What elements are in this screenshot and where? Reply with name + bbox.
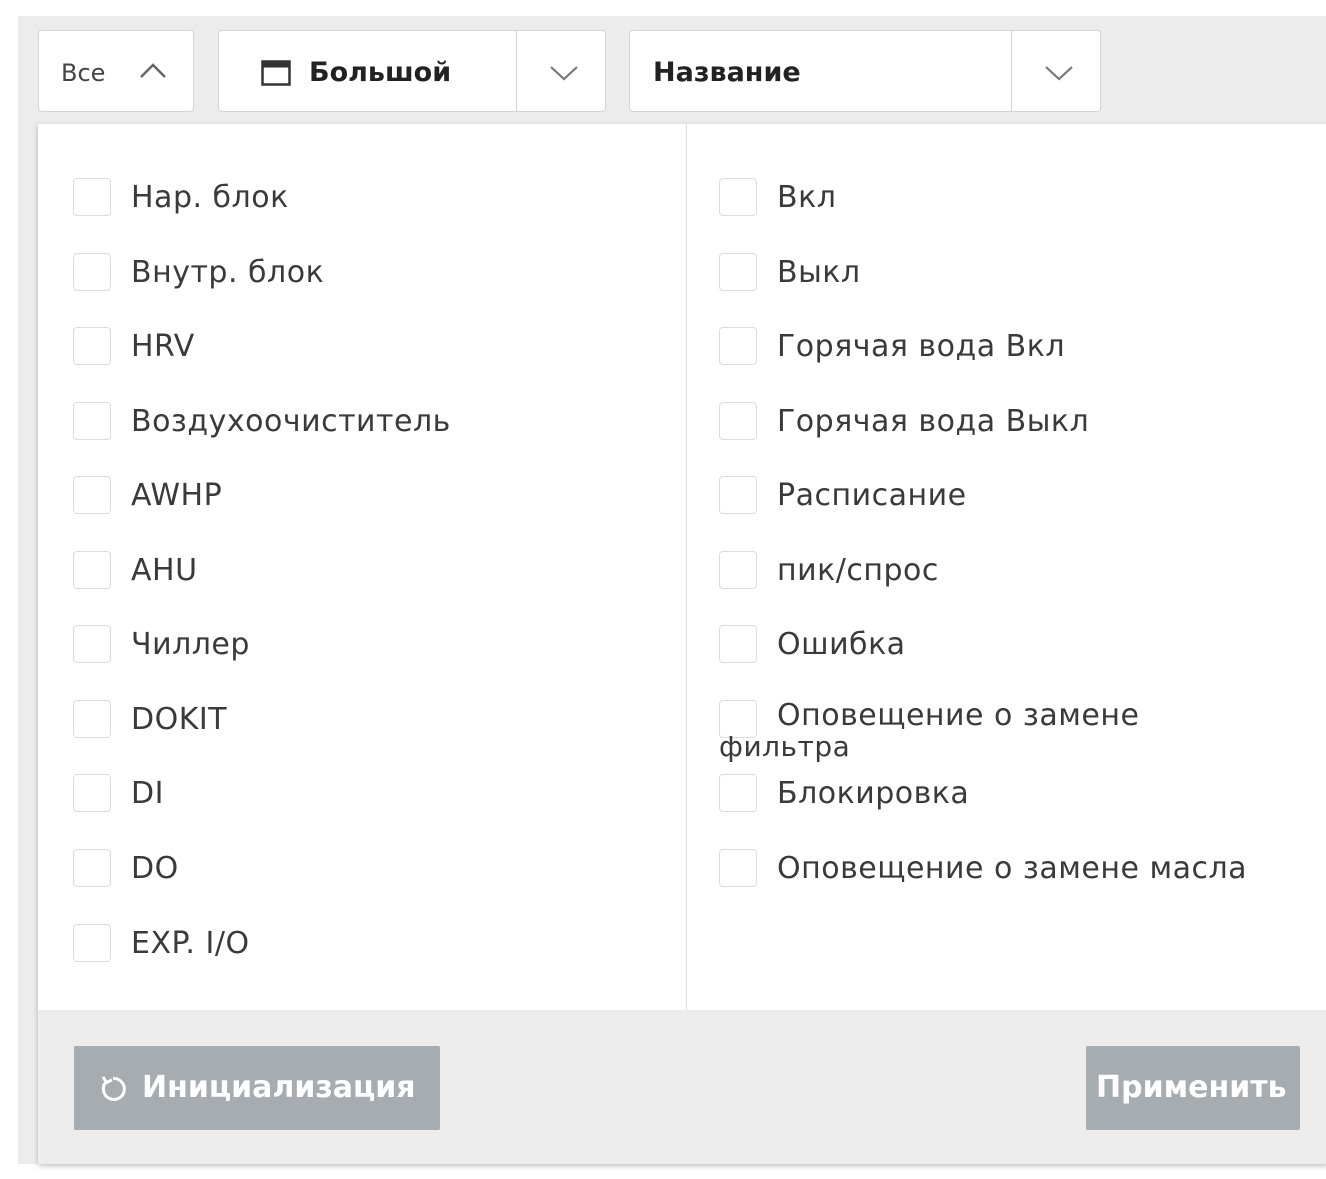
checkbox[interactable] [719,476,757,514]
window-icon [261,60,291,86]
page-background [18,124,40,1164]
option-label: Оповещение о замене масла [777,851,1248,886]
option-label: DI [131,776,164,811]
checkbox[interactable] [719,625,757,663]
checkbox[interactable] [73,924,111,962]
apply-button-label: Применить [1096,1070,1287,1105]
option-label: Нар. блок [131,180,289,215]
option-label: пик/спрос [777,553,939,588]
option-label: Внутр. блок [131,255,325,290]
checkbox[interactable] [73,253,111,291]
option-label: EXP. I/O [131,926,250,961]
checkbox[interactable] [73,327,111,365]
filter-toggle-label: Все [61,59,106,87]
option-label-continuation: фильтра [719,730,851,763]
checkbox[interactable] [73,625,111,663]
reset-button-label: Инициализация [142,1070,416,1105]
option-label: HRV [131,329,195,364]
option-label: Ошибка [777,627,906,662]
chevron-down-icon[interactable] [1042,59,1076,85]
option-label: Расписание [777,478,967,513]
option-label: Блокировка [777,776,970,811]
checkbox[interactable] [73,700,111,738]
filter-toggle-button[interactable]: Все [38,30,194,112]
checkbox[interactable] [719,774,757,812]
option-label: Выкл [777,255,861,290]
select-divider [1011,31,1012,111]
reset-icon [101,1076,126,1101]
option-label: Оповещение о замене [777,698,1140,733]
checkbox[interactable] [719,849,757,887]
checkbox[interactable] [73,849,111,887]
chevron-down-icon[interactable] [547,59,581,85]
checkbox[interactable] [73,402,111,440]
sort-value: Название [653,57,801,88]
option-label: AHU [131,553,198,588]
column-divider [686,124,687,1010]
option-label: Вкл [777,180,837,215]
checkbox[interactable] [719,402,757,440]
checkbox[interactable] [719,551,757,589]
option-label: DO [131,851,179,886]
option-label: AWHP [131,478,223,513]
option-label: Чиллер [131,627,250,662]
apply-button[interactable]: Применить [1086,1046,1300,1130]
reset-button[interactable]: Инициализация [74,1046,440,1130]
view-size-value: Большой [309,57,452,88]
checkbox[interactable] [73,551,111,589]
checkbox[interactable] [719,327,757,365]
select-divider [516,31,517,111]
filter-panel: Нар. блок Внутр. блок HRV Воздухоочистит… [38,124,1326,1164]
filter-panel-footer: Инициализация Применить [38,1010,1326,1164]
option-label: Воздухоочиститель [131,404,451,439]
checkbox[interactable] [719,178,757,216]
checkbox[interactable] [73,178,111,216]
checkbox[interactable] [719,253,757,291]
sort-select[interactable]: Название [629,30,1101,112]
option-label: Горячая вода Выкл [777,404,1090,439]
checkbox[interactable] [73,774,111,812]
checkbox[interactable] [73,476,111,514]
option-label: DOKIT [131,702,228,737]
chevron-up-icon [140,63,166,78]
option-label: Горячая вода Вкл [777,329,1066,364]
view-size-select[interactable]: Большой [218,30,606,112]
